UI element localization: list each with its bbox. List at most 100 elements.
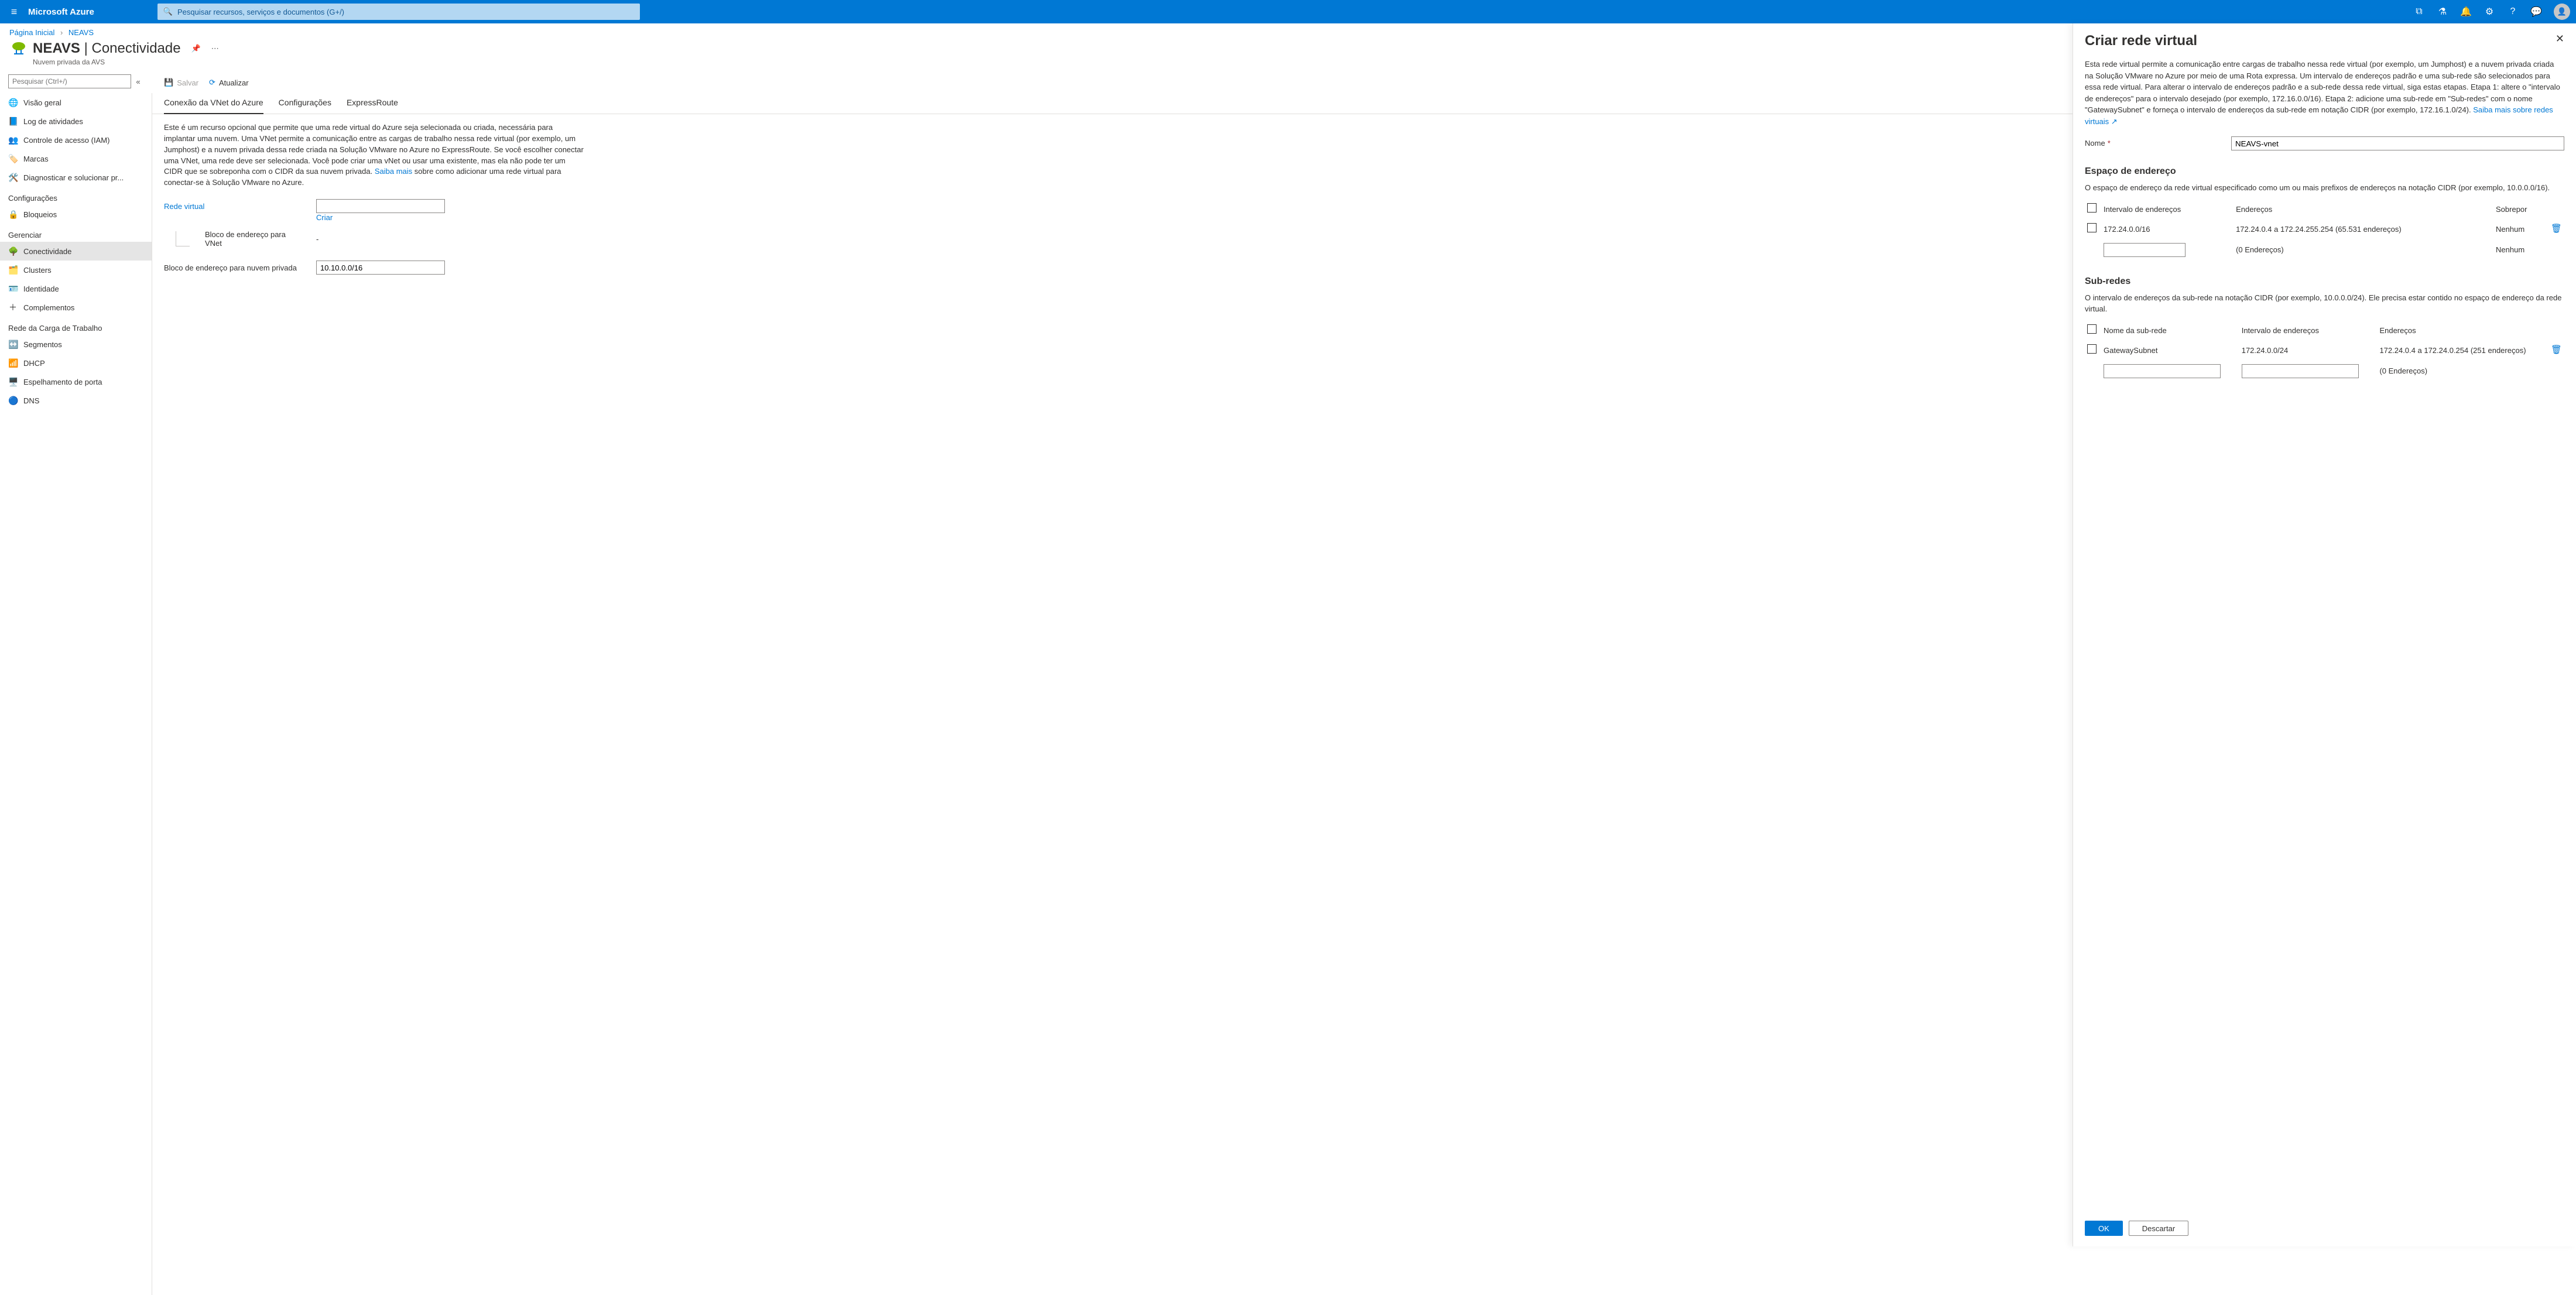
nav-iam[interactable]: 👥 Controle de acesso (IAM)	[0, 131, 152, 149]
name-field-row: Nome*	[2085, 136, 2564, 150]
nav-label: DNS	[23, 396, 39, 405]
nav-diagnose[interactable]: 🛠️Diagnosticar e solucionar pr...	[0, 168, 152, 187]
nav-label: Controle de acesso (IAM)	[23, 136, 109, 145]
notifications-icon[interactable]: 🔔	[2454, 0, 2478, 23]
hamburger-button[interactable]: ≡	[0, 6, 28, 18]
nav-overview[interactable]: 🌐Visão geral	[0, 93, 152, 112]
nav-segments[interactable]: ↔️Segmentos	[0, 335, 152, 354]
nav-dhcp[interactable]: 📶DHCP	[0, 354, 152, 372]
addr-row-new: (0 Endereços) Nenhum	[2085, 239, 2564, 261]
pin-button[interactable]: 📌	[191, 44, 201, 53]
sub-checkall[interactable]	[2087, 324, 2097, 334]
arrows-icon: ↔️	[8, 340, 18, 350]
cancel-button[interactable]: Descartar	[2129, 1221, 2188, 1236]
breadcrumb-home[interactable]: Página Inicial	[9, 28, 54, 37]
topbar-icons: ⧉ ⚗ 🔔 ⚙ ? 💬	[2407, 0, 2548, 23]
indent-icon	[176, 231, 190, 246]
name-input[interactable]	[2231, 136, 2564, 150]
account-button[interactable]: 👤	[2548, 4, 2576, 20]
topbar: ≡ Microsoft Azure 🔍 ⧉ ⚗ 🔔 ⚙ ? 💬 👤	[0, 0, 2576, 23]
left-nav: « 🌐Visão geral 📘Log de atividades 👥 Contr…	[0, 72, 152, 1295]
nav-port-mirror[interactable]: 🖥️Espelhamento de porta	[0, 372, 152, 391]
nav-tags[interactable]: 🏷️Marcas	[0, 149, 152, 168]
page-title-sub: Conectividade	[91, 40, 180, 56]
people-icon: 👥	[8, 135, 18, 145]
stack-icon: 🗂️	[8, 265, 18, 275]
addr-checkall[interactable]	[2087, 203, 2097, 213]
nav-dns[interactable]: 🔵DNS	[0, 391, 152, 410]
sub-new-range-input[interactable]	[2242, 364, 2359, 378]
nav-locks[interactable]: 🔒Bloqueios	[0, 205, 152, 224]
search-box[interactable]: 🔍	[157, 4, 640, 20]
vnet-select[interactable]	[316, 199, 445, 213]
main-paragraph: Este é um recurso opcional que permite q…	[152, 114, 597, 197]
close-button[interactable]: ✕	[2556, 33, 2564, 45]
flyout-body[interactable]: Esta rede virtual permite a comunicação …	[2073, 54, 2576, 1214]
nav-list[interactable]: 🌐Visão geral 📘Log de atividades 👥 Control…	[0, 93, 152, 1295]
tab-settings[interactable]: Configurações	[279, 93, 331, 114]
addr-col-overlap: Sobrepor	[2493, 200, 2548, 220]
subnet-table: Nome da sub-rede Intervalo de endereços …	[2085, 321, 2564, 382]
nav-identity[interactable]: 🪪Identidade	[0, 279, 152, 298]
tag-icon: 🏷️	[8, 154, 18, 164]
addr-row-check[interactable]	[2087, 223, 2097, 232]
cloud-shell-icon[interactable]: ⧉	[2407, 0, 2431, 23]
tab-expressroute[interactable]: ExpressRoute	[347, 93, 398, 114]
addr-col-resolved: Endereços	[2234, 200, 2493, 220]
sub-col-resolved: Endereços	[2377, 321, 2548, 341]
cloud-block-value	[316, 261, 445, 275]
delete-addr-button[interactable]: 🗑	[2551, 224, 2562, 234]
subnets-header: Sub-redes	[2085, 275, 2564, 289]
refresh-button[interactable]: ⟳Atualizar	[209, 78, 248, 87]
nav-label: Clusters	[23, 266, 52, 275]
nav-filter-input[interactable]	[8, 74, 131, 88]
sub-row-check[interactable]	[2087, 344, 2097, 354]
addr-new-overlap: Nenhum	[2493, 239, 2548, 261]
sub-new-resolved: (0 Endereços)	[2377, 361, 2548, 382]
sub-range: 172.24.0.0/24	[2239, 340, 2378, 361]
page-title: NEAVS | Conectividade	[33, 40, 181, 57]
address-space-desc: O espaço de endereço da rede virtual esp…	[2085, 182, 2564, 194]
addr-resolved: 172.24.0.4 a 172.24.255.254 (65.531 ende…	[2234, 219, 2493, 239]
refresh-label: Atualizar	[219, 78, 249, 87]
nav-label: Diagnosticar e solucionar pr...	[23, 173, 124, 182]
vnet-label-link[interactable]: Rede virtual	[164, 202, 204, 211]
nav-group-manage: Gerenciar	[0, 224, 152, 242]
sub-row: GatewaySubnet 172.24.0.0/24 172.24.0.4 a…	[2085, 340, 2564, 361]
addr-col-range: Intervalo de endereços	[2101, 200, 2234, 220]
globe-icon: 🌐	[8, 98, 18, 108]
learn-more-link[interactable]: Saiba mais	[375, 167, 412, 176]
page-title-main: NEAVS	[33, 40, 80, 56]
delete-sub-button[interactable]: 🗑	[2551, 345, 2562, 355]
directory-filter-icon[interactable]: ⚗	[2431, 0, 2454, 23]
nav-connectivity[interactable]: 🌳Conectividade	[0, 242, 152, 261]
sub-new-name-input[interactable]	[2104, 364, 2221, 378]
sub-row-new: (0 Endereços)	[2085, 361, 2564, 382]
nav-addons[interactable]: ＋Complementos	[0, 298, 152, 317]
nav-group-workload: Rede da Carga de Trabalho	[0, 317, 152, 335]
addr-new-range-input[interactable]	[2104, 243, 2186, 257]
addr-new-resolved: (0 Endereços)	[2234, 239, 2493, 261]
nav-label: Espelhamento de porta	[23, 378, 102, 386]
tab-vnet-connection[interactable]: Conexão da VNet do Azure	[164, 93, 263, 114]
feedback-icon[interactable]: 💬	[2524, 0, 2548, 23]
collapse-nav-button[interactable]: «	[131, 77, 145, 86]
flyout-title: Criar rede virtual	[2085, 33, 2556, 49]
breadcrumb-current[interactable]: NEAVS	[68, 28, 94, 37]
help-icon[interactable]: ?	[2501, 0, 2524, 23]
nav-clusters[interactable]: 🗂️ Clusters	[0, 261, 152, 279]
addr-row: 172.24.0.0/16 172.24.0.4 a 172.24.255.25…	[2085, 219, 2564, 239]
sub-name: GatewaySubnet	[2101, 340, 2239, 361]
lock-icon: 🔒	[8, 210, 18, 220]
nav-activity-log[interactable]: 📘Log de atividades	[0, 112, 152, 131]
ok-button[interactable]: OK	[2085, 1221, 2123, 1236]
save-button[interactable]: 💾Salvar	[164, 78, 198, 87]
global-search: 🔍	[157, 4, 640, 20]
search-input[interactable]	[177, 8, 634, 16]
address-table: Intervalo de endereços Endereços Sobrepo…	[2085, 200, 2564, 261]
more-button[interactable]: ⋯	[211, 44, 219, 53]
flyout-intro: Esta rede virtual permite a comunicação …	[2085, 59, 2564, 127]
settings-icon[interactable]: ⚙	[2478, 0, 2501, 23]
resource-type-icon	[9, 39, 28, 58]
vnet-create-link[interactable]: Criar	[316, 213, 333, 222]
